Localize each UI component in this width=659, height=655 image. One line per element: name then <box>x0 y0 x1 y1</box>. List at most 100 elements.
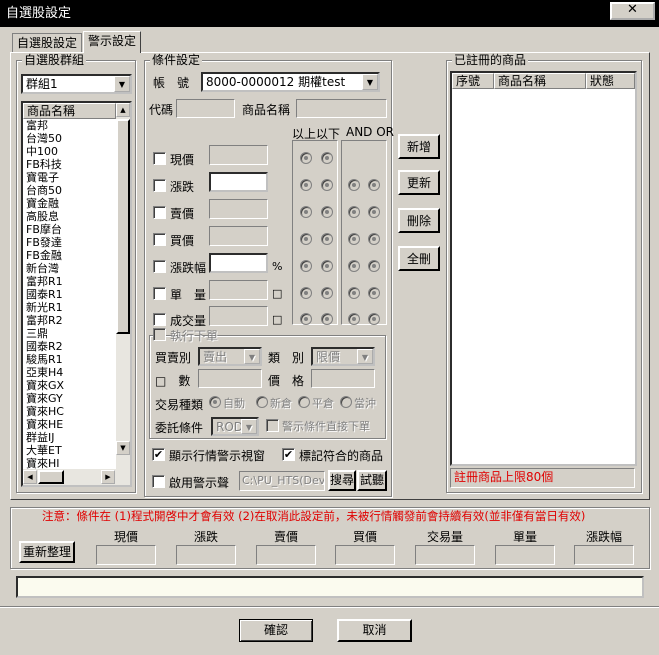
tab-alert-settings[interactable]: 警示設定 <box>83 31 142 53</box>
ok-button[interactable]: 確認 <box>239 619 313 642</box>
delete-button[interactable]: 刪除 <box>398 208 440 233</box>
list-item[interactable]: 高股息 <box>23 210 116 223</box>
and-radio[interactable] <box>348 233 360 245</box>
registered-list[interactable]: 序號 商品名稱 狀態 <box>450 71 637 466</box>
below-radio[interactable] <box>321 313 333 325</box>
cond-value-field[interactable] <box>209 199 268 219</box>
list-item[interactable]: 三鼎 <box>23 327 116 340</box>
sound-path-field[interactable]: C:\PU_HTS(Deve <box>239 471 325 491</box>
type-select[interactable]: 限價 ▼ <box>311 347 375 366</box>
list-item[interactable]: FB科技 <box>23 158 116 171</box>
mark-matching-checkbox[interactable]: ✔ <box>282 448 295 461</box>
list-item[interactable]: 國泰R1 <box>23 288 116 301</box>
show-alert-window-checkbox[interactable]: ✔ <box>152 448 165 461</box>
list-item[interactable]: 寶來HE <box>23 418 116 431</box>
or-radio[interactable] <box>368 287 380 299</box>
list-item[interactable]: 中100 <box>23 145 116 158</box>
execute-order-checkbox[interactable] <box>153 328 166 341</box>
list-item[interactable]: 台商50 <box>23 184 116 197</box>
test-sound-button[interactable]: 試聽 <box>357 470 387 491</box>
cond-value-field[interactable] <box>209 280 268 300</box>
trade-option-radio[interactable] <box>209 396 221 408</box>
browse-button[interactable]: 搜尋 <box>328 470 356 491</box>
below-radio[interactable] <box>321 287 333 299</box>
add-button[interactable]: 新增 <box>398 134 440 159</box>
list-item[interactable]: 富邦R2 <box>23 314 116 327</box>
cond-checkbox[interactable] <box>153 233 166 246</box>
scroll-thumb[interactable] <box>116 119 130 334</box>
account-select[interactable]: 8000-0000012 期權test ▼ <box>201 72 380 92</box>
or-radio[interactable] <box>368 179 380 191</box>
list-item[interactable]: 富邦 <box>23 119 116 132</box>
list-item[interactable]: 寶電子 <box>23 171 116 184</box>
cond-value-field[interactable] <box>209 145 268 165</box>
col-status[interactable]: 狀態 <box>586 73 635 89</box>
below-radio[interactable] <box>321 152 333 164</box>
list-item[interactable]: 駿馬R1 <box>23 353 116 366</box>
list-item[interactable]: 寶來GX <box>23 379 116 392</box>
list-item[interactable]: 寶來HC <box>23 405 116 418</box>
clear-all-button[interactable]: 全刪 <box>398 246 440 271</box>
cond-checkbox[interactable] <box>153 260 166 273</box>
direct-order-checkbox[interactable] <box>266 419 279 432</box>
and-radio[interactable] <box>348 206 360 218</box>
list-item[interactable]: 大華ET <box>23 444 116 457</box>
col-serial[interactable]: 序號 <box>452 73 494 89</box>
order-cond-select[interactable]: ROD ▼ <box>211 417 259 436</box>
list-item[interactable]: 寶金融 <box>23 197 116 210</box>
qty-field[interactable] <box>198 369 262 388</box>
cond-checkbox[interactable] <box>153 152 166 165</box>
stock-list[interactable]: 商品名稱 富邦 台灣50 中100 FB科技 寶電子 台商50 寶金融 高股息 FB摩台 FB發達… <box>21 101 132 487</box>
close-button[interactable]: ✕ <box>610 2 655 20</box>
trade-option-radio[interactable] <box>256 396 268 408</box>
enable-sound-checkbox[interactable] <box>152 475 165 488</box>
trade-option-radio[interactable] <box>298 396 310 408</box>
scroll-down-icon[interactable]: ▼ <box>116 441 130 455</box>
list-item[interactable]: FB發達 <box>23 236 116 249</box>
list-item[interactable]: FB摩台 <box>23 223 116 236</box>
above-radio[interactable] <box>300 260 312 272</box>
stock-list-hscroll[interactable]: ◀ ▶ <box>23 469 130 485</box>
hscroll-thumb[interactable] <box>38 470 64 484</box>
cond-value-field[interactable] <box>209 226 268 246</box>
list-item[interactable]: 台灣50 <box>23 132 116 145</box>
list-item[interactable]: 群益IJ <box>23 431 116 444</box>
cond-checkbox[interactable] <box>153 206 166 219</box>
or-radio[interactable] <box>368 233 380 245</box>
scroll-right-icon[interactable]: ▶ <box>101 470 115 484</box>
list-item[interactable]: 國泰R2 <box>23 340 116 353</box>
refresh-button[interactable]: 重新整理 <box>19 541 75 563</box>
below-radio[interactable] <box>321 233 333 245</box>
or-radio[interactable] <box>368 313 380 325</box>
above-radio[interactable] <box>300 287 312 299</box>
above-radio[interactable] <box>300 152 312 164</box>
cond-checkbox[interactable] <box>153 179 166 192</box>
or-radio[interactable] <box>368 206 380 218</box>
scroll-left-icon[interactable]: ◀ <box>23 470 37 484</box>
cond-checkbox[interactable] <box>153 287 166 300</box>
below-radio[interactable] <box>321 206 333 218</box>
below-radio[interactable] <box>321 260 333 272</box>
above-radio[interactable] <box>300 206 312 218</box>
below-radio[interactable] <box>321 179 333 191</box>
list-item[interactable]: 新光R1 <box>23 301 116 314</box>
list-item[interactable]: 寶來GY <box>23 392 116 405</box>
and-radio[interactable] <box>348 313 360 325</box>
above-radio[interactable] <box>300 313 312 325</box>
cancel-button[interactable]: 取消 <box>337 619 412 642</box>
cond-value-field[interactable] <box>209 253 268 273</box>
and-radio[interactable] <box>348 179 360 191</box>
trade-option-radio[interactable] <box>340 396 352 408</box>
list-item[interactable]: 新台灣 <box>23 262 116 275</box>
stock-list-vscroll[interactable]: ▲ ▼ <box>116 103 130 469</box>
above-radio[interactable] <box>300 179 312 191</box>
and-radio[interactable] <box>348 260 360 272</box>
and-radio[interactable] <box>348 287 360 299</box>
cond-checkbox[interactable] <box>153 313 166 326</box>
price-field[interactable] <box>311 369 375 388</box>
update-button[interactable]: 更新 <box>398 170 440 195</box>
or-radio[interactable] <box>368 260 380 272</box>
tab-stock-settings[interactable]: 自選股設定 <box>12 33 83 53</box>
scroll-up-icon[interactable]: ▲ <box>116 103 130 117</box>
list-item[interactable]: 亞東H4 <box>23 366 116 379</box>
